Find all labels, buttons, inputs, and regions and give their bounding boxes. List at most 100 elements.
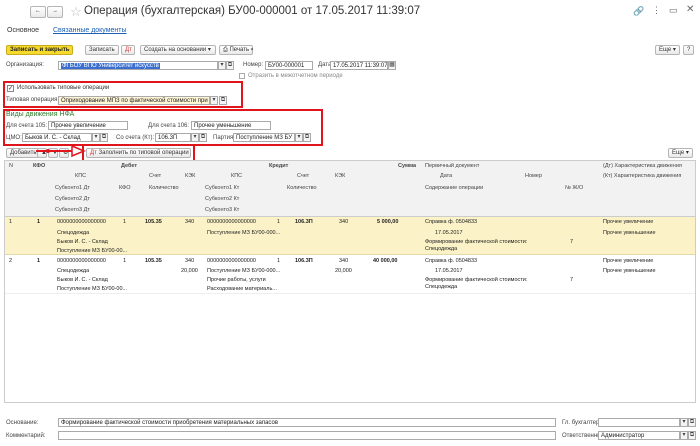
number-label: Номер: [243,62,264,68]
th-dt-acc: Счет [149,173,162,179]
mol-dropdown-icon[interactable]: ▾ [92,133,100,142]
from-acc-dropdown-icon[interactable]: ▾ [191,133,199,142]
create-basis-button[interactable]: Создать на основании ▾ [140,45,216,55]
row2-kt-kps: 0000000000000000 [207,258,256,264]
more-label: Еще [659,47,672,53]
table-more-label: Еще [672,150,685,156]
th-sub2kt: Субконто2 Кт [205,196,240,202]
typical-ops-checkbox[interactable]: ✓ [7,85,14,92]
row1-kt-kek: 340 [339,219,349,225]
row1-sum: 5 000,00 [377,219,399,225]
favorite-star-icon[interactable]: ☆ [70,4,82,20]
org-dropdown-icon[interactable]: ▾ [218,61,226,70]
th-sub3dt: Субконто3 Дт [55,207,90,213]
acc105-field[interactable]: Прочее увеличение [48,121,128,130]
tab-related-documents[interactable]: Связанные документы [53,27,127,34]
maximize-icon[interactable]: ▭ [669,5,678,16]
basis-field[interactable]: Формирование фактической стоимости приоб… [58,418,556,427]
row1-dt-kps: 0000000000000000 [57,219,106,225]
th-dt-kps: КПС [75,173,87,179]
org-open-icon[interactable]: ⧉ [226,61,234,70]
resp-dropdown-icon[interactable]: ▾ [680,431,688,440]
row1-dt-sub2: Быков И. С. - Склад [57,239,108,245]
th-sub1kt: Субконто1 Кт [205,185,240,191]
row1-kfo: 1 [37,219,41,225]
row1-kt-acc: 106.3П [295,219,313,225]
row2-dt-qty: 20,000 [181,268,198,274]
row2-kfo: 1 [37,258,41,264]
th-dt-kfo: КФО [119,185,131,191]
from-acc-open-icon[interactable]: ⧉ [199,133,207,142]
th-sub2dt: Субконто2 Дт [55,196,90,202]
th-kt-kps: КПС [231,173,243,179]
org-field[interactable]: ФГБОУ ВПО Университет искусств [58,61,218,70]
chief-field[interactable] [598,418,680,427]
row2-dt-kps: 0000000000000000 [57,258,106,264]
row2-dt-kfo: 1 [123,258,127,264]
row1-dt-sub1: Спецодежда [57,230,90,236]
typical-op-field[interactable]: Оприходование МПЗ по фактической стоимос… [58,96,210,105]
fill-typical-button[interactable]: Дт Заполнить по типовой операции [86,148,191,158]
th-kfo: КФО [33,163,46,169]
help-button[interactable]: ? [683,45,694,55]
row2-doc-date: 17.05.2017 [435,268,463,274]
print-label: Печать [229,47,250,53]
interperiod-label: Отразить в межотчетном периоде [248,73,343,79]
more-button[interactable]: Еще ▾ [655,45,680,55]
link-icon[interactable]: 🔗 [633,6,644,17]
table-more-button[interactable]: Еще ▾ [668,148,693,158]
mol-open-icon[interactable]: ⧉ [100,133,108,142]
batch-open-icon[interactable]: ⧉ [303,133,311,142]
interperiod-checkbox[interactable] [239,73,245,79]
row1-dt-kfo: 1 [123,219,127,225]
th-kt-qty: Количество [287,185,317,191]
nav-back-button[interactable]: ← [30,6,46,18]
th-sub1dt: Субконто1 Дт [55,185,90,191]
th-sum: Сумма [398,163,417,169]
acc106-field[interactable]: Прочее уменьшение [191,121,271,130]
chief-open-icon[interactable]: ⧉ [688,418,696,427]
row1-kt-kfo: 1 [277,219,281,225]
batch-dropdown-icon[interactable]: ▾ [295,133,303,142]
row2-kt-sub2: Прочие работы, услуги [207,277,266,283]
from-acc-label: Со счета (Кт): [116,135,155,141]
calendar-icon[interactable]: ▦ [388,61,396,70]
print-button[interactable]: ⎙ Печать ▾ [219,45,253,55]
row1-dt-sub3: Поступление МЗ БУ00-00... [57,248,128,254]
from-acc-field[interactable]: 106.3П [155,133,191,142]
row2-kt-kfo: 1 [277,258,281,264]
row2-kt-sub3: Расходование материаль... [207,286,277,292]
post-icon-button[interactable]: Дт [121,45,135,55]
th-n: N [9,163,13,169]
save-button[interactable]: Записать [85,45,119,55]
th-kt-acc: Счет [297,173,310,179]
nav-forward-button[interactable]: → [47,6,63,18]
comment-label: Комментарий: [6,433,46,439]
comment-field[interactable] [58,431,556,440]
resp-open-icon[interactable]: ⧉ [688,431,696,440]
save-close-button[interactable]: Записать и закрыть [6,45,74,55]
mol-field[interactable]: Быков И. С. - Склад [22,133,92,142]
resp-field[interactable]: Администратор [598,431,680,440]
number-field[interactable]: БУ00-000001 [265,61,313,70]
row2-kt-sub1: Поступление МЗ БУ00-000... [207,268,281,274]
typical-op-dropdown-icon[interactable]: ▾ [210,96,218,105]
window-title: Операция (бухгалтерская) БУ00-000001 от … [84,5,421,17]
row2-dt-acc: 105.35 [145,258,162,264]
basis-label: Основание: [6,420,39,426]
fill-icon: Дт [90,150,97,156]
batch-label: Партия: [213,135,235,141]
tab-main[interactable]: Основное [7,27,39,34]
row2-dt-sub3: Поступление МЗ БУ00-00... [57,286,128,292]
typical-op-open-icon[interactable]: ⧉ [219,96,227,105]
acc105-label: Для счета 105: [6,123,48,129]
close-icon[interactable]: ✕ [686,4,694,15]
batch-field[interactable]: Поступление МЗ БУ [233,133,295,142]
chief-dropdown-icon[interactable]: ▾ [680,418,688,427]
more-icon[interactable]: ⋮ [652,5,661,16]
date-field[interactable]: 17.05.2017 11:39:07 [330,61,388,70]
row1-content: Формирование фактической стоимости: Спец… [425,239,528,252]
th-dt-qty: Количество [149,185,179,191]
typical-op-label: Типовая операция: [6,97,60,103]
th-kt-char: (Кт) Характеристика движения [603,173,682,179]
